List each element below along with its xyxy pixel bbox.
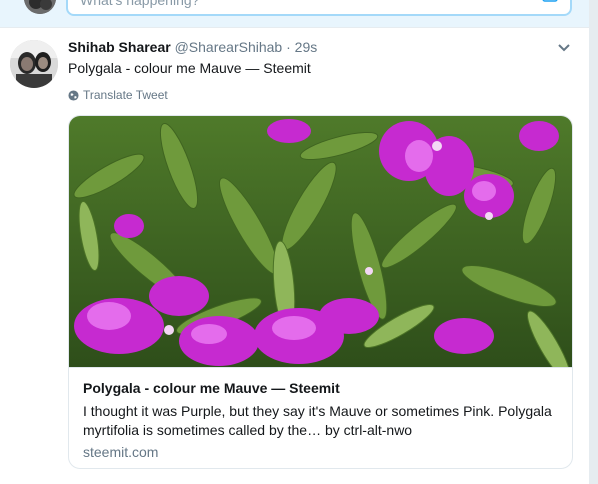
card-description: I thought it was Purple, but they say it… [83,403,552,438]
timestamp[interactable]: 29s [295,39,318,55]
display-name[interactable]: Shihab Sharear [68,39,171,55]
separator-dot: · [286,39,291,55]
chevron-down-icon[interactable] [557,43,571,53]
card-body: Polygala - colour me Mauve — Steemit I t… [69,367,572,468]
globe-icon [68,89,79,101]
tweet-text: Polygala - colour me Mauve — Steemit [68,60,311,76]
translate-label: Translate Tweet [83,88,168,102]
timeline: What's happening? Shihab Sharear @Sharea… [0,0,590,484]
user-handle[interactable]: @SharearShihab [175,39,283,55]
tweet[interactable]: Shihab Sharear @SharearShihab · 29s Poly… [0,28,589,484]
translate-tweet-link[interactable]: Translate Tweet [68,88,168,102]
compose-avatar[interactable] [24,0,56,14]
camera-icon[interactable] [542,0,558,2]
compose-placeholder: What's happening? [80,0,200,8]
card-title[interactable]: Polygala - colour me Mauve — Steemit [83,380,340,396]
compose-strip: What's happening? [0,0,589,28]
card-image[interactable] [69,116,572,367]
link-card[interactable]: Polygala - colour me Mauve — Steemit I t… [68,115,573,469]
card-domain[interactable]: steemit.com [83,444,158,460]
avatar[interactable] [10,40,58,88]
compose-input[interactable]: What's happening? [66,0,572,16]
tweet-header: Shihab Sharear @SharearShihab · 29s [68,39,317,55]
